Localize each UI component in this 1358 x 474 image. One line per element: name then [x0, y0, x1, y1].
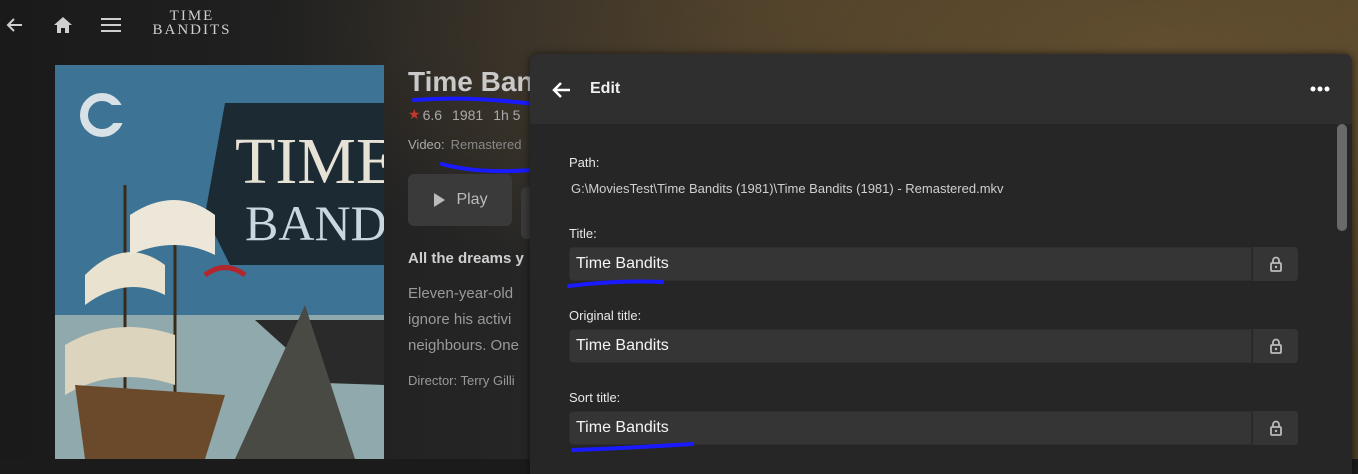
sort-title-label: Sort title:: [569, 390, 621, 405]
logo-line-1: TIME: [169, 8, 215, 24]
path-value: G:\MoviesTest\Time Bandits (1981)\Time B…: [571, 181, 1004, 196]
lock-icon[interactable]: [1253, 329, 1298, 363]
more-horizontal-icon[interactable]: [1306, 80, 1334, 98]
annotation-underline-sort-field: [571, 442, 694, 452]
dialog-title: Edit: [590, 80, 621, 97]
title-input[interactable]: [569, 247, 1252, 281]
scrollbar[interactable]: [1337, 124, 1347, 474]
back-arrow-icon[interactable]: [2, 12, 28, 38]
scrollbar-thumb[interactable]: [1337, 124, 1347, 231]
lock-icon[interactable]: [1253, 411, 1298, 445]
overview-line: Eleven-year-old: [408, 285, 514, 302]
annotation-underline-title: [412, 96, 536, 106]
home-icon[interactable]: [50, 12, 76, 38]
original-title-input[interactable]: [569, 329, 1252, 363]
back-arrow-icon[interactable]: [550, 78, 574, 102]
director[interactable]: Director: Terry Gilli: [408, 373, 538, 388]
play-button[interactable]: Play: [408, 174, 512, 226]
play-label: Play: [456, 191, 488, 208]
annotation-underline-title-field: [567, 279, 664, 288]
logo[interactable]: TIME BANDITS: [146, 8, 238, 38]
overview: Eleven-year-old ignore his activi neighb…: [408, 281, 538, 359]
annotation-underline-video: [440, 162, 534, 174]
play-icon: [434, 193, 446, 207]
overview-line: ignore his activi: [408, 311, 512, 328]
original-title-label: Original title:: [569, 308, 642, 323]
video-label: Video:: [408, 137, 445, 152]
hamburger-menu-icon[interactable]: [98, 12, 124, 38]
video-row: Video: Remastered: [408, 137, 538, 152]
path-label: Path:: [569, 155, 600, 170]
overview-line: neighbours. One: [408, 337, 519, 354]
poster-title-line-1: TIME: [235, 125, 384, 198]
tagline: All the dreams y: [408, 250, 524, 267]
logo-line-2: BANDITS: [152, 22, 232, 38]
title-label: Title:: [569, 226, 597, 241]
lock-icon[interactable]: [1253, 247, 1298, 281]
dialog-header: Edit: [530, 54, 1352, 124]
movie-poster[interactable]: TIME BANDITS: [55, 65, 384, 459]
edit-dialog: Edit Path: G:\MoviesTest\Time Bandits (1…: [530, 54, 1352, 474]
top-bar: TIME BANDITS: [0, 0, 1358, 50]
video-value[interactable]: Remastered: [451, 137, 522, 152]
poster-title-line-2: BANDITS: [245, 195, 384, 251]
